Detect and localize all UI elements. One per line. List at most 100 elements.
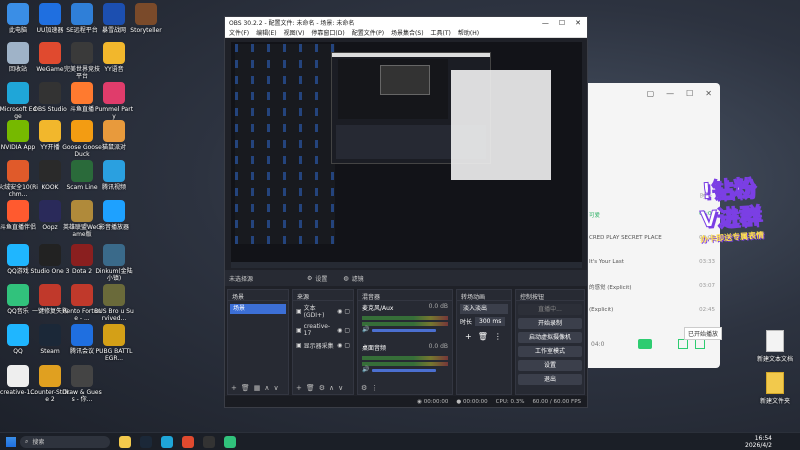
search-box[interactable]: ⌕ 搜索	[20, 435, 110, 448]
speaker-icon[interactable]: 🔊	[362, 326, 369, 333]
add-icon[interactable]: +	[465, 332, 472, 341]
virtual-camera-button[interactable]: 启动虚拟摄像机	[518, 332, 582, 343]
app-icon	[71, 120, 93, 142]
desktop-icon[interactable]: Storyteller	[126, 3, 166, 34]
close-icon[interactable]: ✕	[705, 89, 712, 98]
up-icon[interactable]: ∧	[264, 384, 269, 392]
eye-icon[interactable]: ◉	[337, 327, 342, 334]
desktop-icon-new-text[interactable]: 新建文本文档	[752, 330, 798, 363]
desktop-icon[interactable]: PUBG BATTLEGR...	[94, 324, 134, 362]
start-recording-button[interactable]: 开始录制	[518, 318, 582, 329]
obs-icon[interactable]	[203, 435, 215, 448]
remove-icon[interactable]: 🗑	[241, 384, 250, 392]
minimize-icon[interactable]: —	[542, 19, 549, 27]
maximize-icon[interactable]: ☐	[559, 19, 565, 27]
add-icon[interactable]: +	[296, 384, 302, 392]
taskbar: ⌕ 搜索 16:54 2026/4/2	[0, 432, 800, 450]
file-explorer-icon[interactable]	[119, 435, 131, 448]
streaming-button[interactable]: 直播中...	[518, 304, 582, 315]
desktop-icon[interactable]: 影音播放器	[94, 200, 134, 231]
source-item[interactable]: ▣ 文本 (GDI+) ◉ ▢	[293, 301, 353, 321]
app-icon	[39, 284, 61, 306]
app-icon	[7, 82, 29, 104]
desktop-icon[interactable]: YY语音	[94, 42, 134, 73]
menu-item[interactable]: 场景集合(S)	[391, 28, 424, 37]
source-item[interactable]: ▣ creative-17 ◉ ▢	[293, 321, 353, 339]
menu-item[interactable]: 文件(F)	[229, 28, 249, 37]
fps-counter: 60.00 / 60.00 FPS	[532, 398, 581, 405]
desktop-icon[interactable]: 猫鼠派对	[94, 120, 134, 151]
desktop-icon[interactable]: Pummel Party	[94, 82, 134, 120]
gear-icon[interactable]: ⚙	[307, 275, 312, 282]
studio-mode-button[interactable]: 工作室模式	[518, 346, 582, 357]
eye-icon[interactable]: ◉	[337, 308, 342, 315]
settings-button[interactable]: 设置	[518, 360, 582, 371]
track-row[interactable]: (Explicit) 02:45	[589, 307, 715, 313]
eye-icon[interactable]: ◉	[337, 342, 342, 349]
app-icon	[71, 284, 93, 306]
gear-icon[interactable]: ⚙	[361, 384, 367, 392]
desktop-icon[interactable]: Dinkum(金陆小镇)	[94, 244, 134, 282]
duration-input[interactable]: 300 ms	[475, 317, 506, 326]
source-settings-button[interactable]: 设置	[315, 274, 327, 283]
transition-select[interactable]: 淡入淡出	[460, 304, 508, 314]
channel-name: 桌面音频	[362, 345, 387, 352]
source-item[interactable]: ▣ 显示器采集 ◉ ▢	[293, 339, 353, 352]
steam-icon[interactable]	[140, 435, 152, 448]
edge-icon[interactable]	[161, 435, 173, 448]
channel-db: 0.0 dB	[428, 343, 448, 350]
desktop-icon-label: Dinkum(金陆小镇)	[95, 268, 133, 282]
remove-icon[interactable]: 🗑	[306, 384, 315, 392]
track-row[interactable]: It's Your Last 03:33	[589, 259, 715, 265]
wegame-icon[interactable]	[182, 435, 194, 448]
desktop-icon[interactable]: 腾讯视频	[94, 160, 134, 191]
menu-item[interactable]: 编辑(E)	[256, 28, 276, 37]
exit-button[interactable]: 退出	[518, 374, 582, 385]
lyrics-icon[interactable]	[678, 339, 688, 349]
speaker-icon[interactable]: 🔊	[362, 366, 369, 373]
lock-icon[interactable]: ▢	[344, 342, 350, 349]
source-name: creative-17	[303, 323, 331, 337]
preview-canvas[interactable]	[231, 42, 582, 268]
scenes-dock: 场景 场景 + 🗑 ▦ ∧ ∨	[227, 289, 289, 395]
channel-name: 麦克风/Aux	[362, 305, 394, 312]
filter-icon[interactable]: ◍	[343, 275, 348, 282]
start-icon[interactable]	[6, 436, 16, 447]
desktop-icon-new-folder[interactable]: 新建文件夹	[752, 372, 798, 405]
menu-item[interactable]: 配置文件(P)	[352, 28, 384, 37]
lock-icon[interactable]: ▢	[344, 308, 350, 315]
search-icon: ⌕	[25, 437, 29, 445]
system-clock[interactable]: 16:54 2026/4/2	[745, 435, 772, 449]
track-row[interactable]: 的感觉 (Explicit) 03:07	[589, 283, 715, 291]
menu-item[interactable]: 帮助(H)	[458, 28, 479, 37]
menu-item[interactable]: 工具(T)	[431, 28, 451, 37]
obs-window[interactable]: OBS 30.2.2 - 配置文件: 未命名 - 场景: 未命名 — ☐ ✕ 文…	[224, 16, 588, 408]
close-icon[interactable]: ✕	[575, 19, 581, 27]
hq-icon[interactable]	[638, 339, 652, 349]
up-icon[interactable]: ∧	[329, 384, 334, 392]
mini-icon[interactable]: ▢	[647, 89, 655, 98]
menu-icon[interactable]: ⋮	[371, 384, 378, 392]
menu-icon[interactable]: ⋮	[494, 332, 502, 341]
maximize-icon[interactable]: ☐	[686, 89, 693, 98]
scene-item[interactable]: 场景	[230, 304, 286, 314]
menu-item[interactable]: 停靠窗口(D)	[311, 28, 344, 37]
volume-slider[interactable]	[372, 329, 436, 332]
stream-status: ◉ 00:00:00	[417, 398, 449, 405]
desktop-icon[interactable]: BUS Bro u Survived...	[94, 284, 134, 322]
playlist-icon[interactable]	[695, 339, 705, 349]
qqmusic-icon[interactable]	[224, 435, 236, 448]
lock-icon[interactable]: ▢	[344, 327, 350, 334]
down-icon[interactable]: ∨	[274, 384, 279, 392]
source-filters-button[interactable]: 滤镜	[352, 274, 364, 283]
minimize-icon[interactable]: —	[666, 89, 674, 98]
desktop-icon-label: 猫鼠派对	[101, 144, 126, 151]
gear-icon[interactable]: ⚙	[319, 384, 325, 392]
remove-icon[interactable]: 🗑	[478, 332, 488, 341]
menu-item[interactable]: 视图(V)	[284, 28, 305, 37]
volume-slider[interactable]	[372, 369, 436, 372]
down-icon[interactable]: ∨	[338, 384, 343, 392]
desktop-icon[interactable]: Draw & Guess - 你...	[62, 365, 102, 403]
filter-icon[interactable]: ▦	[254, 384, 261, 392]
add-icon[interactable]: +	[231, 384, 237, 392]
